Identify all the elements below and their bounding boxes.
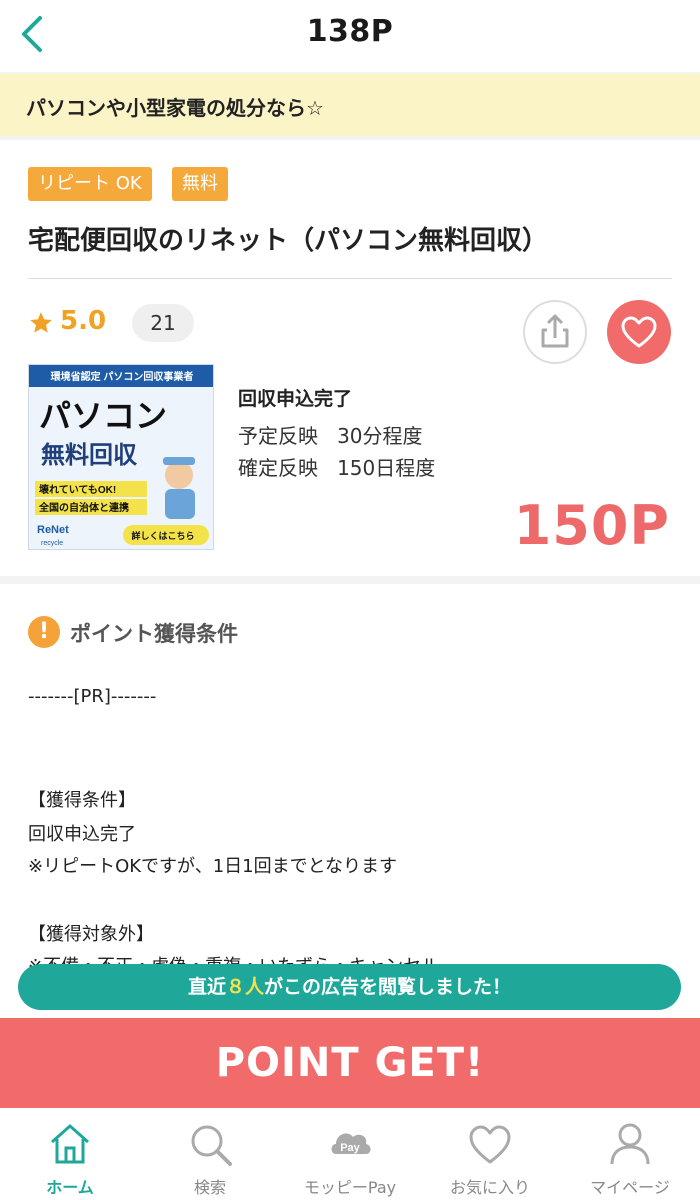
tab-moppy-pay[interactable]: Pay モッピーPay bbox=[280, 1108, 420, 1200]
favorite-button[interactable] bbox=[607, 300, 671, 364]
condition-title: 回収申込完了 bbox=[238, 388, 353, 410]
bottom-tab-bar: ホーム 検索 Pay モッピーPay お気に入り マイページ bbox=[0, 1108, 700, 1200]
tab-mypage[interactable]: マイページ bbox=[560, 1108, 700, 1200]
tag-repeat-ok: リピート OK bbox=[28, 167, 152, 201]
exclamation-icon: ! bbox=[28, 616, 60, 648]
promo-banner-text: パソコンや小型家電の処分なら☆ bbox=[26, 96, 324, 120]
pay-icon: Pay bbox=[331, 1133, 371, 1154]
viewers-count: ８人 bbox=[225, 976, 264, 998]
home-icon bbox=[51, 1124, 89, 1164]
cond-line-1: 回収申込完了 bbox=[28, 824, 136, 845]
heart-icon bbox=[469, 1125, 511, 1164]
review-count-badge[interactable]: 21 bbox=[132, 304, 194, 342]
section-divider bbox=[0, 576, 700, 584]
search-icon bbox=[191, 1125, 232, 1166]
tab-home[interactable]: ホーム bbox=[0, 1108, 140, 1200]
scheduled-label: 予定反映 bbox=[238, 424, 318, 448]
tab-mypage-label: マイページ bbox=[590, 1178, 670, 1197]
share-button[interactable] bbox=[523, 300, 587, 364]
ad-brand-sub: recycle bbox=[41, 540, 63, 547]
user-icon bbox=[610, 1123, 650, 1165]
tab-favorites-label: お気に入り bbox=[449, 1178, 530, 1197]
ad-headline1: パソコン bbox=[39, 398, 167, 434]
offer-points: 150P bbox=[513, 494, 670, 557]
confirmed-label: 確定反映 bbox=[238, 456, 318, 480]
viewers-suffix: がこの広告を閲覧しました！ bbox=[264, 976, 512, 998]
excluded-heading: 【獲得対象外】 bbox=[28, 924, 154, 945]
scheduled-value: 30分程度 bbox=[337, 424, 423, 448]
title-divider bbox=[28, 278, 672, 279]
ad-line2: 全国の自治体と連携 bbox=[38, 501, 129, 514]
ad-banner-graphic: 環境省認定 パソコン回収事業者 パソコン 無料回収 壊れていてもOK! 全国の自… bbox=[29, 365, 213, 549]
scheduled-reflection-row: 予定反映 30分程度 bbox=[238, 420, 423, 449]
star-icon bbox=[30, 312, 52, 333]
rating-value: 5.0 bbox=[60, 306, 107, 336]
points-balance-title: 138P bbox=[306, 14, 394, 49]
viewers-prefix: 直近 bbox=[187, 976, 226, 998]
offer-title: 宅配便回収のリネット（パソコン無料回収） bbox=[28, 226, 549, 256]
ad-brand: ReNet bbox=[37, 524, 69, 536]
heart-outline-icon bbox=[621, 316, 657, 348]
tab-moppy-pay-label: モッピーPay bbox=[303, 1178, 397, 1197]
recent-viewers-pill: 直近８人がこの広告を閲覧しました！ bbox=[18, 964, 681, 1010]
ad-cta: 詳しくはこちら bbox=[131, 530, 194, 541]
pr-line: -------[PR]------- bbox=[28, 686, 157, 707]
ad-headline2: 無料回収 bbox=[41, 441, 138, 469]
ad-line1: 壊れていてもOK! bbox=[39, 483, 116, 496]
point-get-button[interactable]: POINT GET! bbox=[0, 1018, 700, 1108]
tab-search[interactable]: 検索 bbox=[140, 1108, 280, 1200]
promo-banner: パソコンや小型家電の処分なら☆ bbox=[0, 74, 700, 136]
confirmed-reflection-row: 確定反映 150日程度 bbox=[238, 452, 435, 481]
share-icon bbox=[541, 314, 569, 348]
svg-text:Pay: Pay bbox=[340, 1142, 360, 1154]
tab-favorites[interactable]: お気に入り bbox=[420, 1108, 560, 1200]
conditions-section-title: ポイント獲得条件 bbox=[70, 622, 238, 646]
tab-home-label: ホーム bbox=[46, 1178, 94, 1197]
cond-line-2: ※リピートOKですが、1日1回までとなります bbox=[28, 856, 398, 877]
tag-free: 無料 bbox=[172, 167, 228, 201]
ad-top-text: 環境省認定 パソコン回収事業者 bbox=[51, 370, 194, 383]
banner-divider bbox=[0, 136, 700, 140]
offer-ad-image[interactable]: 環境省認定 パソコン回収事業者 パソコン 無料回収 壊れていてもOK! 全国の自… bbox=[28, 364, 214, 550]
confirmed-value: 150日程度 bbox=[337, 456, 436, 480]
cond-heading: 【獲得条件】 bbox=[28, 790, 136, 811]
app-header: 138P bbox=[0, 0, 700, 72]
tab-search-label: 検索 bbox=[193, 1178, 226, 1197]
